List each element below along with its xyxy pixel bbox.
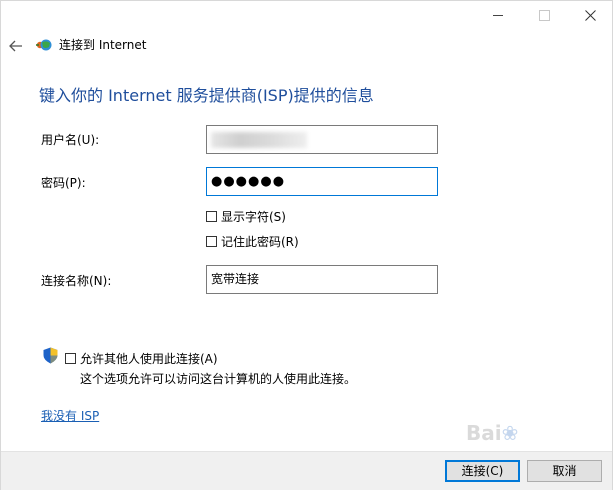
close-button[interactable] [567,1,613,29]
back-button[interactable] [5,35,27,57]
username-redacted-value [211,132,307,148]
password-label: 密码(P): [41,176,86,190]
maximize-icon [538,9,550,21]
dialog-footer: 连接(C) 取消 [1,451,612,490]
no-isp-link[interactable]: 我没有 ISP [41,407,99,424]
allow-others-label: 允许其他人使用此连接(A) [80,352,218,366]
minimize-icon [493,14,503,16]
watermark-image: Bai❀ [466,421,519,445]
network-connection-icon [36,39,52,51]
show-characters-label: 显示字符(S) [221,210,286,224]
allow-others-description: 这个选项允许可以访问这台计算机的人使用此连接。 [80,372,357,386]
maximize-button[interactable] [521,1,567,29]
allow-others-checkbox[interactable] [65,353,76,364]
uac-shield-icon [43,347,58,364]
connection-name-label: 连接名称(N): [41,274,112,288]
username-label: 用户名(U): [41,133,100,147]
back-arrow-icon [9,40,22,52]
remember-password-checkbox[interactable] [206,236,217,247]
remember-password-checkbox-row[interactable]: 记住此密码(R) [206,233,299,250]
cancel-button[interactable]: 取消 [527,460,602,482]
minimize-button[interactable] [475,1,521,29]
window-title: 连接到 Internet [59,38,147,52]
password-value: ●●●●●● [211,174,286,189]
username-input[interactable] [206,125,438,154]
close-icon [584,9,596,21]
show-characters-checkbox[interactable] [206,211,217,222]
connection-name-input[interactable]: 宽带连接 [206,265,438,294]
connection-name-value: 宽带连接 [211,272,260,286]
allow-others-checkbox-row[interactable]: 允许其他人使用此连接(A) [65,350,218,367]
password-input[interactable]: ●●●●●● [206,167,438,196]
connect-button[interactable]: 连接(C) [445,460,520,482]
show-characters-checkbox-row[interactable]: 显示字符(S) [206,208,286,225]
remember-password-label: 记住此密码(R) [221,235,299,249]
page-heading: 键入你的 Internet 服务提供商(ISP)提供的信息 [39,86,374,105]
dialog-window: 连接到 Internet 键入你的 Internet 服务提供商(ISP)提供的… [0,0,613,490]
